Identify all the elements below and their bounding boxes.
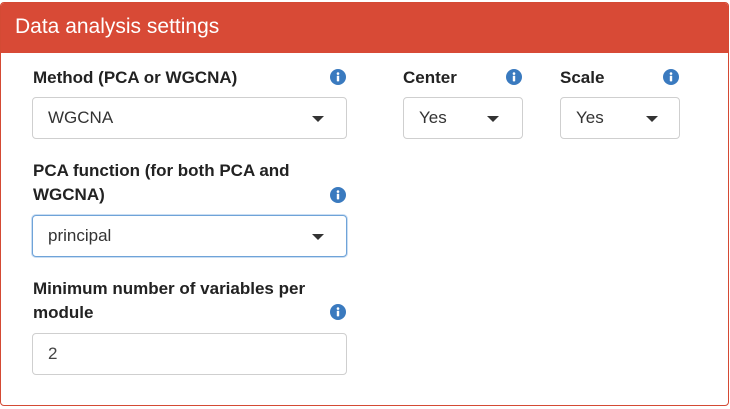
info-icon[interactable] — [506, 69, 522, 85]
chevron-down-icon — [312, 116, 324, 122]
pca-function-select-value: principal — [48, 226, 112, 245]
pca-function-label-line2: WGCNA) — [33, 185, 105, 204]
method-label: Method (PCA or WGCNA) — [33, 68, 238, 87]
center-select-value: Yes — [419, 108, 447, 127]
panel-title: Data analysis settings — [15, 15, 220, 38]
info-icon[interactable] — [330, 304, 346, 320]
pca-function-label-line1: PCA function (for both PCA and — [33, 161, 290, 180]
scale-select-value: Yes — [576, 108, 604, 127]
scale-select[interactable]: Yes — [560, 97, 680, 139]
chevron-down-icon — [487, 116, 499, 122]
chevron-down-icon — [646, 116, 658, 122]
method-select-value: WGCNA — [48, 108, 114, 127]
scale-label: Scale — [560, 68, 605, 87]
chevron-down-icon — [312, 234, 324, 240]
pca-function-select[interactable]: principal — [32, 215, 347, 257]
panel-header: Data analysis settings — [1, 3, 728, 53]
min-vars-label-line1: Minimum number of variables per — [33, 279, 306, 298]
info-icon[interactable] — [330, 69, 346, 85]
min-vars-input[interactable] — [32, 333, 347, 375]
method-select[interactable]: WGCNA — [32, 97, 347, 139]
info-icon[interactable] — [330, 187, 346, 203]
min-vars-label-line2: module — [33, 303, 94, 322]
center-label: Center — [403, 68, 457, 87]
center-select[interactable]: Yes — [403, 97, 523, 139]
info-icon[interactable] — [663, 69, 679, 85]
